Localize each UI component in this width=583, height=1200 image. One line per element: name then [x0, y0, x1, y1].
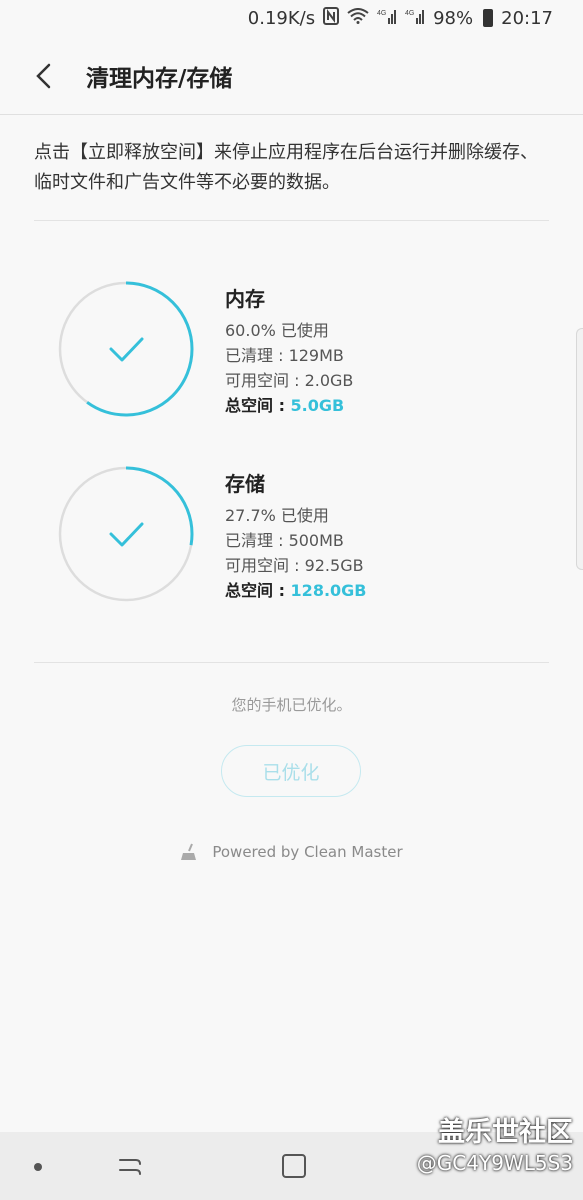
memory-info: 内存 60.0% 已使用 已清理 : 129MB 可用空间 : 2.0GB 总空…	[225, 283, 353, 418]
memory-total-value: 5.0GB	[290, 396, 345, 415]
storage-ring	[58, 466, 194, 602]
storage-available: 可用空间 : 92.5GB	[225, 556, 364, 575]
description-text: 点击【立即释放空间】来停止应用程序在后台运行并删除缓存、临时文件和广告文件等不必…	[34, 142, 538, 193]
divider	[34, 220, 549, 221]
powered-by-text: Powered by Clean Master	[212, 843, 403, 861]
memory-usage-card: 内存 60.0% 已使用 已清理 : 129MB 可用空间 : 2.0GB 总空…	[56, 279, 526, 419]
storage-used: 27.7% 已使用	[225, 506, 329, 525]
status-bar: 0.19K/s 4G 4G 98% 20:17	[0, 0, 583, 36]
storage-total-value: 128.0GB	[290, 581, 367, 600]
battery-percent: 98%	[433, 7, 474, 29]
svg-text:4G: 4G	[405, 10, 414, 17]
signal-icon: 4G	[377, 8, 397, 28]
optimized-button[interactable]: 已优化	[221, 745, 361, 797]
memory-cleaned: 已清理 : 129MB	[225, 346, 344, 365]
storage-info: 存储 27.7% 已使用 已清理 : 500MB 可用空间 : 92.5GB 总…	[225, 468, 366, 603]
svg-text:4G: 4G	[377, 10, 386, 17]
memory-total: 总空间 : 5.0GB	[225, 393, 353, 418]
recent-apps-icon[interactable]	[116, 1154, 144, 1178]
storage-title: 存储	[225, 472, 265, 496]
optimization-status: 您的手机已优化。	[231, 696, 352, 714]
broom-icon	[181, 843, 197, 860]
wifi-icon	[347, 8, 369, 28]
page-title: 清理内存/存储	[86, 66, 233, 92]
nfc-icon	[323, 7, 340, 29]
watermark: 盖乐世社区 @GC4Y9WL5S3	[417, 1116, 573, 1176]
storage-cleaned: 已清理 : 500MB	[225, 531, 344, 550]
edge-panel-handle[interactable]	[576, 328, 583, 570]
storage-total: 总空间 : 128.0GB	[225, 578, 366, 603]
watermark-main: 盖乐世社区	[438, 1117, 573, 1148]
storage-usage-card: 存储 27.7% 已使用 已清理 : 500MB 可用空间 : 92.5GB 总…	[56, 464, 526, 604]
back-button[interactable]	[14, 46, 74, 106]
home-icon[interactable]	[281, 1153, 307, 1179]
nav-dot-icon[interactable]	[34, 1163, 42, 1171]
network-speed: 0.19K/s	[247, 7, 316, 29]
memory-title: 内存	[225, 287, 265, 311]
check-icon	[109, 337, 144, 362]
memory-total-label: 总空间 :	[225, 396, 291, 415]
app-bar: 清理内存/存储	[0, 38, 583, 115]
divider	[34, 662, 549, 663]
memory-used: 60.0% 已使用	[225, 321, 329, 340]
chevron-left-icon	[36, 63, 51, 89]
storage-total-label: 总空间 :	[225, 581, 291, 600]
check-icon	[109, 522, 144, 547]
clock: 20:17	[501, 7, 553, 29]
watermark-sub: @GC4Y9WL5S3	[416, 1151, 573, 1175]
signal-icon-2: 4G	[405, 8, 425, 28]
battery-icon	[483, 9, 494, 27]
memory-ring	[58, 281, 194, 417]
powered-by: Powered by Clean Master	[0, 843, 583, 861]
memory-available: 可用空间 : 2.0GB	[225, 371, 354, 390]
